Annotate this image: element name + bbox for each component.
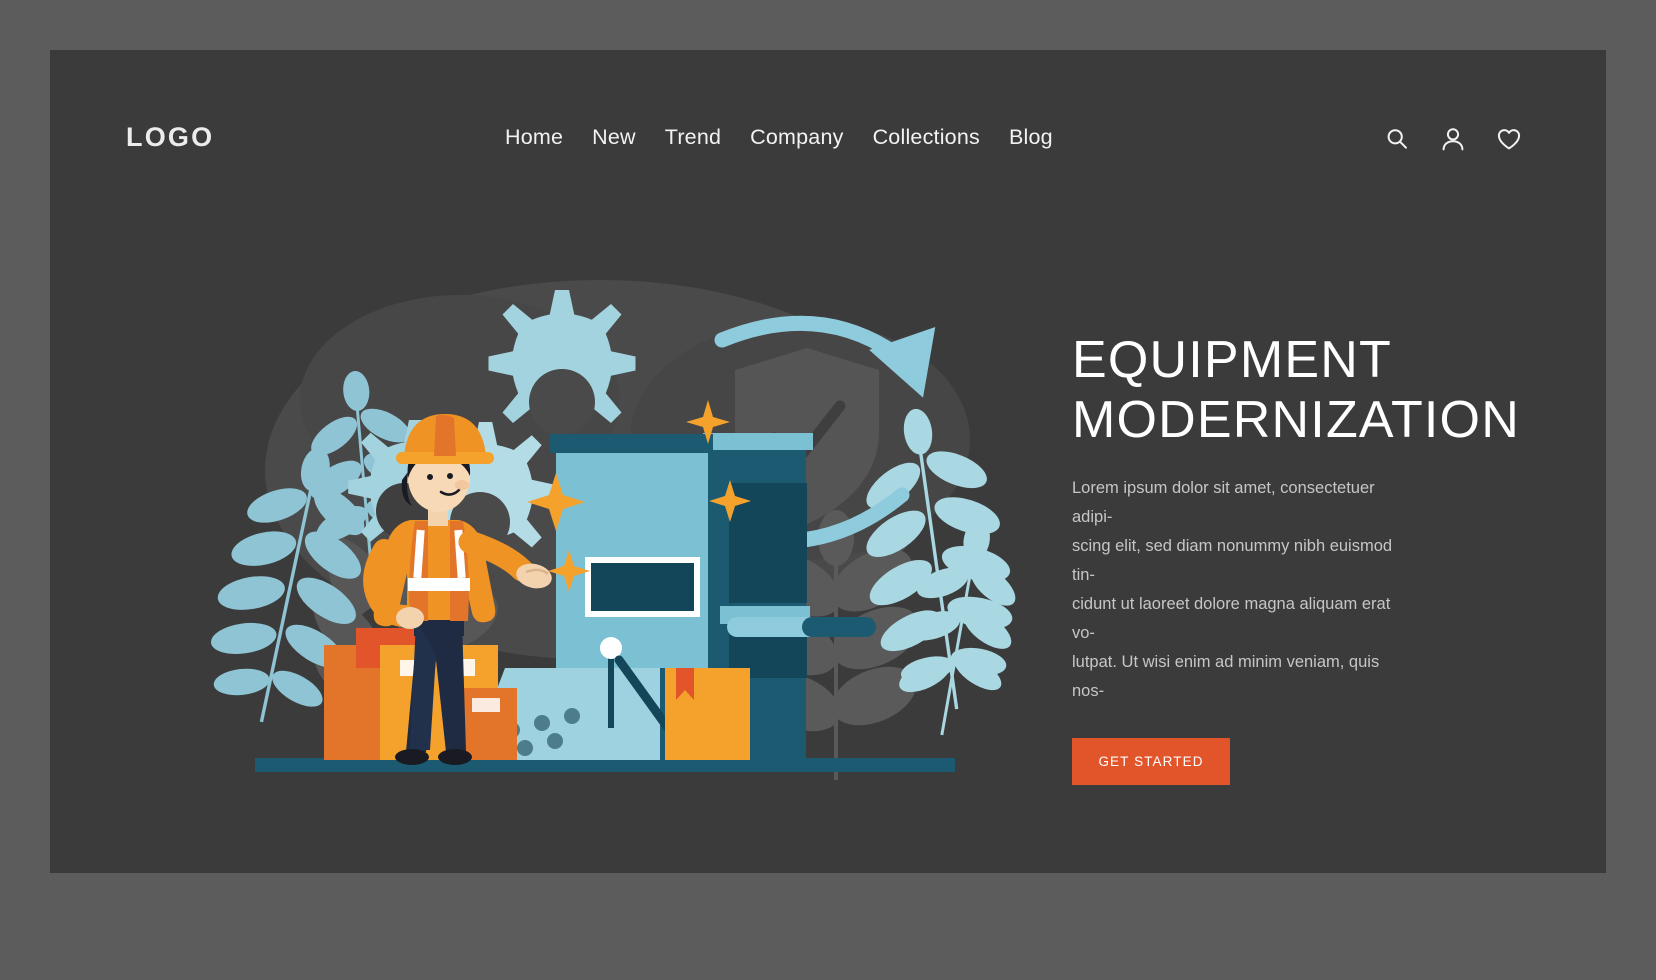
landing-page-card: LOGO Home New Trend Company Collections … (50, 50, 1606, 873)
hero-paragraph: Lorem ipsum dolor sit amet, consectetuer… (1072, 479, 1393, 700)
user-icon[interactable] (1438, 124, 1468, 154)
header-actions (1382, 124, 1524, 154)
logo[interactable]: LOGO (126, 122, 214, 153)
nav-item-company[interactable]: Company (750, 125, 843, 150)
nav-item-new[interactable]: New (592, 125, 636, 150)
nav-item-home[interactable]: Home (505, 125, 563, 150)
gear-large (488, 290, 636, 437)
ground-bar (255, 758, 955, 772)
cardboard-box-right (665, 668, 750, 760)
search-icon[interactable] (1382, 124, 1412, 154)
nav-item-blog[interactable]: Blog (1009, 125, 1053, 150)
hero-illustration (160, 220, 1040, 820)
page-title: EQUIPMENT MODERNIZATION (1072, 331, 1520, 449)
hero-content: EQUIPMENT MODERNIZATION Lorem ipsum dolo… (1072, 330, 1520, 785)
site-header: LOGO Home New Trend Company Collections … (50, 50, 1606, 190)
heart-icon[interactable] (1494, 124, 1524, 154)
nav-item-trend[interactable]: Trend (665, 125, 721, 150)
get-started-button[interactable]: GET STARTED (1072, 738, 1230, 785)
main-navigation: Home New Trend Company Collections Blog (505, 125, 1053, 150)
nav-item-collections[interactable]: Collections (873, 125, 980, 150)
